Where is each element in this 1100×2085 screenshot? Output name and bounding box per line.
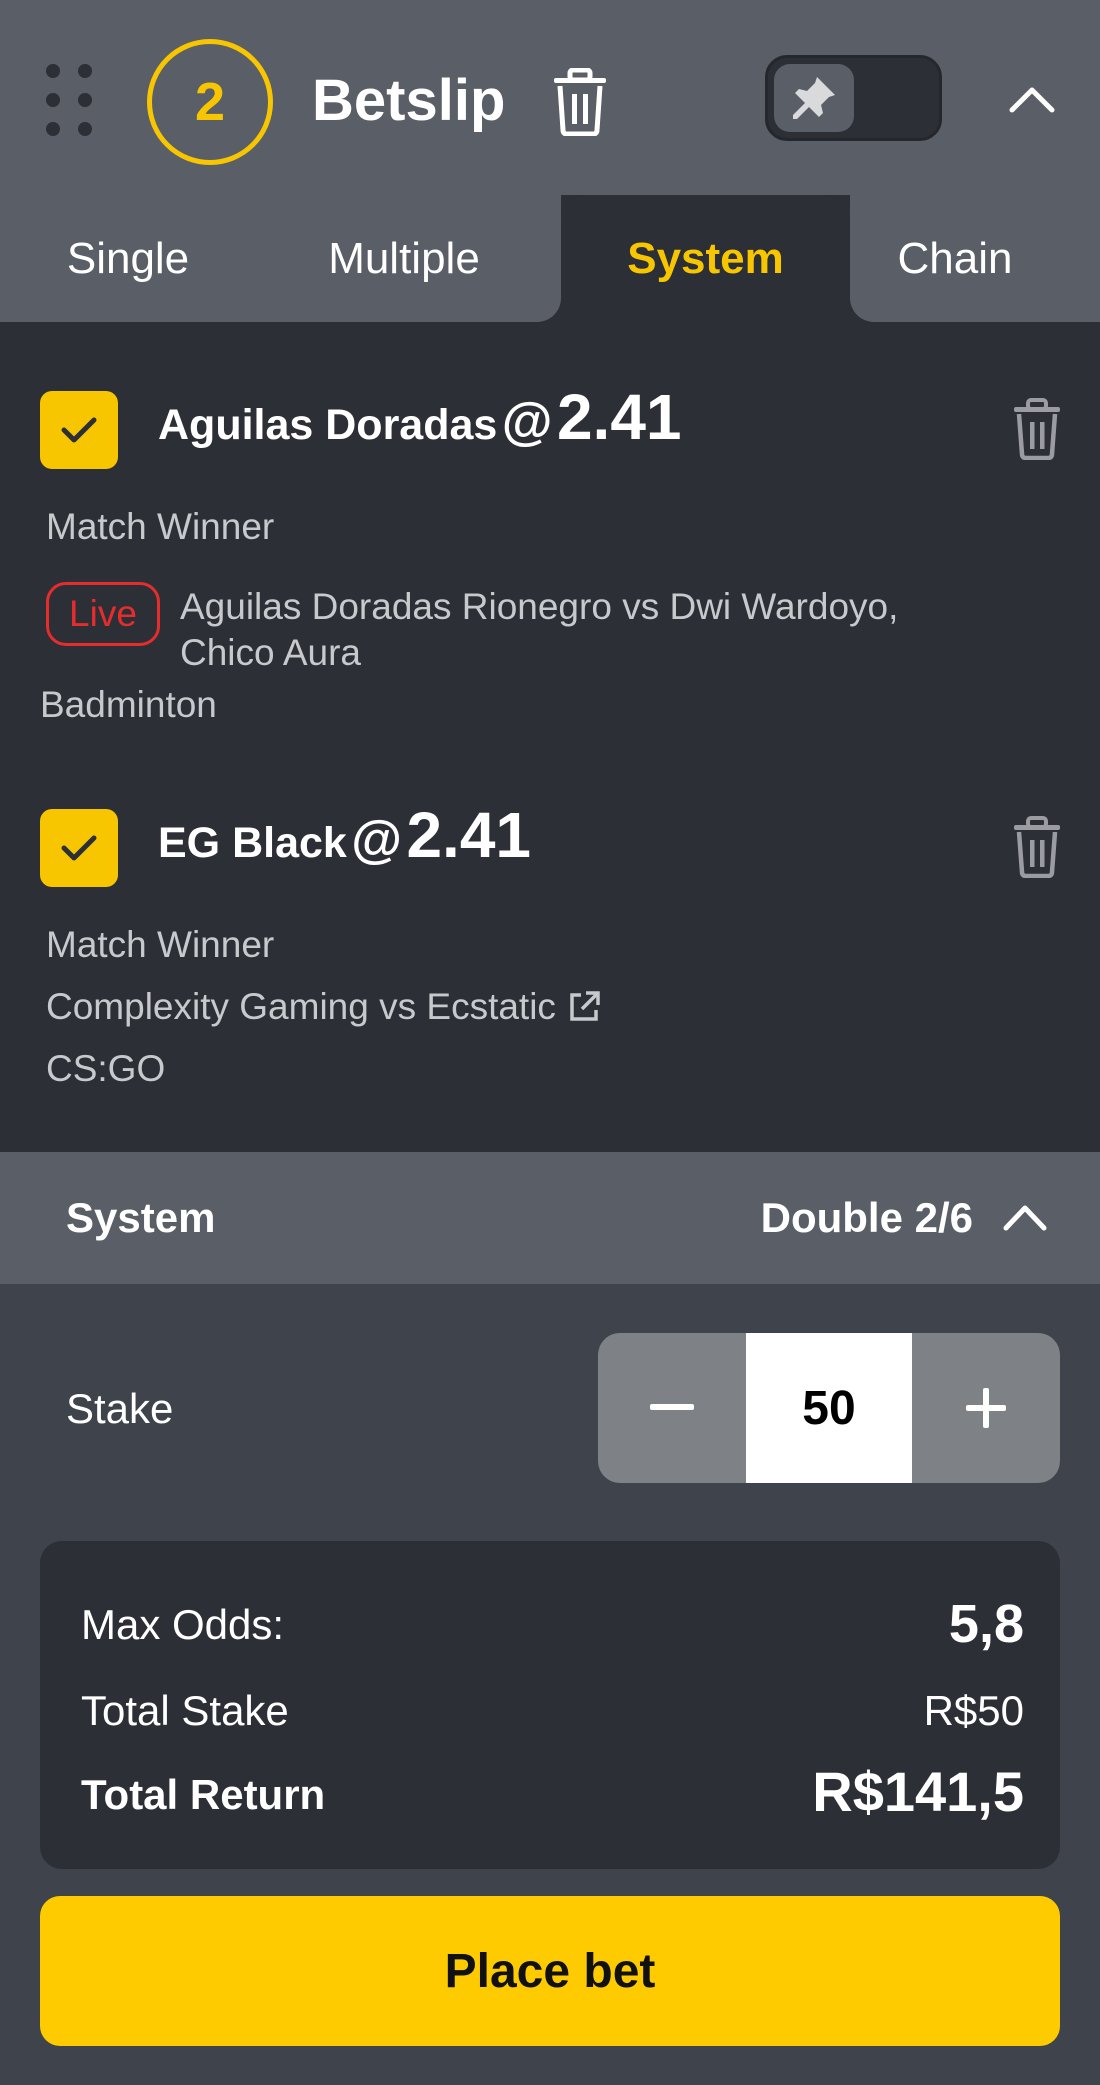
chevron-up-icon xyxy=(1002,1198,1048,1234)
selection-sport: Badminton xyxy=(40,684,217,725)
tab-system[interactable]: System xyxy=(561,195,850,322)
check-icon xyxy=(61,417,97,443)
selection-event-line1: Aguilas Doradas Rionegro vs Dwi Wardoyo, xyxy=(180,586,899,627)
selection-checkbox[interactable] xyxy=(40,809,118,887)
tab-chain[interactable]: Chain xyxy=(850,195,1060,322)
stake-label: Stake xyxy=(66,1385,174,1432)
selection-event-line2: Chico Aura xyxy=(180,632,361,673)
selection-market: Match Winner xyxy=(46,506,275,547)
selection-odds: 2.41 xyxy=(406,799,532,871)
system-selector[interactable]: System Double 2/6 xyxy=(0,1152,1100,1284)
selection-event-link[interactable]: Complexity Gaming vs Ecstatic xyxy=(46,986,602,1028)
selection-odds: 2.41 xyxy=(556,381,682,453)
bet-type-tabs: Single Multiple System Chain xyxy=(0,195,1100,322)
selection-title: Aguilas Doradas @ 2.41 xyxy=(158,380,682,454)
total-stake-value: R$50 xyxy=(923,1687,1024,1734)
selections-list: Aguilas Doradas @ 2.41 Match Winner Live… xyxy=(0,322,1100,1152)
stake-stepper: 50 xyxy=(598,1333,1060,1483)
selection-event: Complexity Gaming vs Ecstatic xyxy=(46,986,556,1027)
selection-market: Match Winner xyxy=(46,924,275,965)
max-odds-value: 5,8 xyxy=(948,1594,1024,1654)
selection-checkbox[interactable] xyxy=(40,391,118,469)
selection-sport: CS:GO xyxy=(46,1048,166,1089)
betslip-title: Betslip xyxy=(312,68,506,133)
total-return-value: R$141,5 xyxy=(812,1760,1024,1823)
live-badge: Live xyxy=(46,582,160,646)
selection-team: Aguilas Doradas xyxy=(158,401,498,449)
total-stake-label: Total Stake xyxy=(81,1687,289,1734)
check-icon xyxy=(61,835,97,861)
minus-icon xyxy=(650,1404,694,1410)
total-return-row: Total Return R$141,5 xyxy=(81,1759,1024,1829)
pin-toggle[interactable] xyxy=(765,55,942,141)
clear-all-trash-icon[interactable] xyxy=(552,67,608,137)
stake-increase-button[interactable] xyxy=(912,1333,1060,1483)
bet-summary: Max Odds: 5,8 Total Stake R$50 Total Ret… xyxy=(40,1541,1060,1869)
tab-multiple[interactable]: Multiple xyxy=(280,195,528,322)
remove-selection-trash-icon[interactable] xyxy=(1012,816,1062,879)
plus-icon xyxy=(966,1388,1006,1428)
pin-icon xyxy=(774,64,854,132)
betslip-header: 2 Betslip xyxy=(0,0,1100,195)
place-bet-button[interactable]: Place bet xyxy=(40,1896,1060,2046)
tab-single[interactable]: Single xyxy=(0,195,256,322)
total-return-label: Total Return xyxy=(81,1771,326,1818)
remove-selection-trash-icon[interactable] xyxy=(1012,398,1062,461)
selection-at: @ xyxy=(501,393,553,451)
external-link-icon xyxy=(570,991,600,1021)
max-odds-label: Max Odds: xyxy=(81,1601,285,1648)
stake-input[interactable]: 50 xyxy=(746,1333,912,1483)
selection-title: EG Black @ 2.41 xyxy=(158,798,531,872)
collapse-chevron-icon[interactable] xyxy=(1008,78,1056,118)
drag-handle-icon[interactable] xyxy=(46,64,94,136)
stake-decrease-button[interactable] xyxy=(598,1333,746,1483)
selection-team: EG Black xyxy=(158,819,347,867)
selection-event[interactable]: Aguilas Doradas Rionegro vs Dwi Wardoyo,… xyxy=(180,584,898,676)
selection-at: @ xyxy=(351,811,402,869)
selection-count-badge: 2 xyxy=(147,39,273,165)
total-stake-row: Total Stake R$50 xyxy=(81,1681,1024,1737)
system-label: System xyxy=(66,1194,216,1241)
max-odds-row: Max Odds: 5,8 xyxy=(81,1593,1024,1654)
system-value: Double 2/6 xyxy=(760,1194,973,1241)
